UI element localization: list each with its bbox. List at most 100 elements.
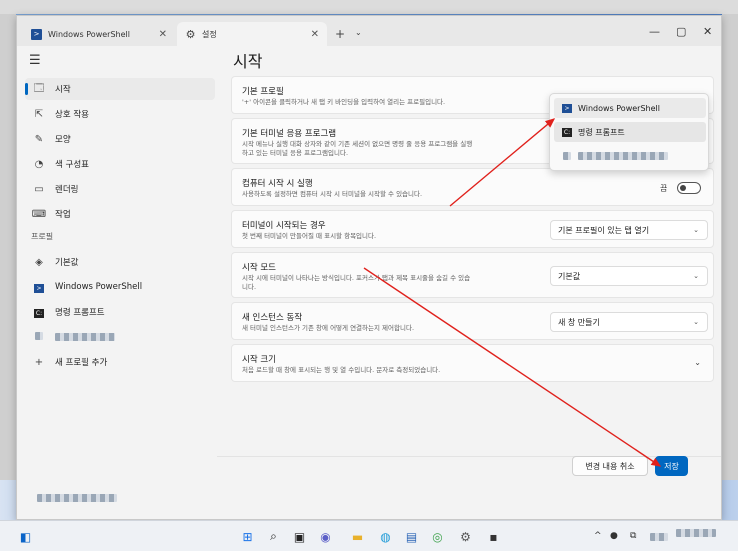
chrome-icon[interactable]: ◎ [430, 529, 445, 544]
dropdown-value: 기본값 [558, 271, 581, 281]
dropdown-value: 새 창 만들기 [558, 317, 600, 327]
sidebar-item-actions[interactable]: ⌨ 작업 [25, 203, 215, 225]
taskbar: ◧ ⊞ ⌕ ▣ ◉ ▬ ◍ ▤ ◎ ⚙ ▪ ^ ● ⧉ [0, 520, 738, 551]
setting-description: 시작 시에 터미널이 나타나는 방식입니다. 포커스가 탭과 제목 표시줄을 숨… [242, 274, 471, 282]
setting-description: '+' 아이콘을 클릭하거나 새 탭 키 바인딩을 입력하여 열리는 프로필입니… [242, 98, 446, 106]
setting-launch-size[interactable]: 시작 크기 처음 로드할 때 창에 표시되는 행 및 열 수입니다. 문자로 측… [231, 344, 714, 382]
settings-app-icon[interactable]: ⚙ [458, 529, 473, 544]
setting-description: 사용하도록 설정하면 컴퓨터 시작 시 터미널을 시작할 수 있습니다. [242, 190, 423, 198]
profile-icon [31, 331, 47, 343]
new-instance-dropdown[interactable]: 새 창 만들기 ⌄ [550, 312, 708, 332]
setting-description-line2: 니다. [242, 283, 257, 291]
cursor-icon: ⇱ [34, 108, 44, 120]
setting-description: 시작 메뉴나 실행 대화 상자와 같이 기존 세션이 없으면 명령 줄 응용 프… [242, 140, 473, 148]
plus-icon: + [34, 356, 44, 368]
option-label: Windows PowerShell [578, 103, 660, 113]
window-icon: 🗔 [33, 82, 45, 94]
setting-title: 기본 프로필 [242, 87, 284, 97]
gear-icon: ⚙ [185, 27, 196, 41]
file-explorer-icon[interactable]: ▬ [350, 529, 365, 544]
desktop-left-edge [0, 14, 16, 520]
setting-new-instance-behavior: 새 인스턴스 동작 새 터미널 인스턴스가 기존 창에 어떻게 연결하는지 제어… [231, 302, 714, 340]
profile-icon [562, 152, 572, 160]
profiles-section-header: 프로필 [31, 232, 54, 241]
hamburger-menu-icon[interactable]: ☰ [29, 53, 41, 68]
save-button[interactable]: 저장 [655, 456, 688, 476]
minimize-button[interactable]: — [649, 25, 660, 38]
dropdown-value: 기본 프로필이 있는 탭 열기 [558, 225, 650, 235]
chevron-down-icon: ⌄ [693, 318, 699, 326]
redacted-label [578, 152, 668, 160]
sidebar-item-label: 시작 [55, 85, 71, 95]
powershell-icon: > [31, 28, 42, 40]
tab-close-icon[interactable]: ✕ [311, 29, 319, 40]
tab-close-icon[interactable]: ✕ [159, 29, 167, 40]
tab-label: 설정 [202, 29, 217, 39]
setting-title: 새 인스턴스 동작 [242, 313, 303, 323]
command-prompt-icon: C: [562, 127, 572, 137]
pen-icon: ✎ [34, 133, 44, 145]
setting-title: 시작 크기 [242, 355, 276, 365]
discard-changes-button[interactable]: 변경 내용 취소 [572, 456, 648, 476]
search-icon[interactable]: ⌕ [266, 529, 281, 544]
powershell-icon: > [31, 282, 47, 293]
widgets-icon[interactable]: ◧ [18, 529, 33, 544]
sidebar-item-label: 색 구성표 [55, 160, 89, 170]
expand-chevron-icon[interactable]: ⌄ [694, 358, 701, 367]
chevron-down-icon: ⌄ [693, 226, 699, 234]
chat-icon[interactable]: ◉ [318, 529, 333, 544]
title-bar: > Windows PowerShell ✕ ⚙ 설정 ✕ + ⌄ — ▢ ✕ [17, 16, 721, 46]
sidebar-item-label: 작업 [55, 210, 71, 220]
tray-app-icon[interactable]: ● [610, 531, 618, 541]
monitor-icon: ▭ [34, 183, 44, 195]
setting-description: 첫 번째 터미널이 만들어질 때 표시할 항목입니다. [242, 232, 377, 240]
store-icon[interactable]: ▤ [404, 529, 419, 544]
toggle-state-label: 끔 [660, 184, 668, 193]
sidebar-item-label: 상호 작용 [55, 110, 89, 120]
sidebar-item-label: 명령 프롬프트 [55, 308, 105, 318]
sidebar-item-rendering[interactable]: ▭ 렌더링 [25, 178, 215, 200]
setting-title: 컴퓨터 시작 시 실행 [242, 179, 313, 189]
sidebar-item-appearance[interactable]: ✎ 모양 [25, 128, 215, 150]
start-icon[interactable]: ⊞ [240, 529, 255, 544]
startup-behavior-dropdown[interactable]: 기본 프로필이 있는 탭 열기 ⌄ [550, 220, 708, 240]
task-view-icon[interactable]: ▣ [292, 529, 307, 544]
add-new-profile-button[interactable]: + 새 프로필 추가 [25, 351, 215, 373]
palette-icon: ◔ [34, 158, 44, 170]
desktop-right-edge [722, 14, 738, 520]
tab-settings[interactable]: ⚙ 설정 ✕ [177, 22, 327, 46]
setting-launch-on-startup: 컴퓨터 시작 시 실행 사용하도록 설정하면 컴퓨터 시작 시 터미널을 시작할… [231, 168, 714, 206]
sidebar-item-label: 렌더링 [55, 185, 79, 195]
sidebar-item-interaction[interactable]: ⇱ 상호 작용 [25, 103, 215, 125]
setting-description: 처음 로드할 때 창에 표시되는 행 및 열 수입니다. 문자로 측정되었습니다… [242, 366, 441, 374]
close-button[interactable]: ✕ [703, 25, 712, 38]
tray-app-icon-2[interactable]: ⧉ [630, 531, 636, 541]
terminal-icon[interactable]: ▪ [486, 529, 501, 544]
option-redacted-profile[interactable] [554, 146, 706, 166]
sidebar-item-windows-powershell[interactable]: > Windows PowerShell [25, 276, 215, 298]
sidebar-item-defaults[interactable]: ◈ 기본값 [25, 251, 215, 273]
sidebar-item-startup[interactable]: 🗔 시작 [25, 78, 215, 100]
setting-description: 새 터미널 인스턴스가 기존 창에 어떻게 연결하는지 제어합니다. [242, 324, 415, 332]
launch-on-startup-toggle[interactable] [677, 182, 701, 194]
option-command-prompt[interactable]: C: 명령 프롬프트 [554, 122, 706, 142]
maximize-button[interactable]: ▢ [676, 25, 686, 38]
command-prompt-icon: C: [34, 308, 44, 318]
option-windows-powershell[interactable]: > Windows PowerShell [554, 98, 706, 118]
tab-windows-powershell[interactable]: > Windows PowerShell ✕ [23, 22, 175, 46]
new-tab-button[interactable]: + [335, 27, 345, 41]
launch-mode-dropdown[interactable]: 기본값 ⌄ [550, 266, 708, 286]
option-label: 명령 프롬프트 [578, 127, 625, 137]
tab-dropdown-button[interactable]: ⌄ [355, 28, 362, 37]
default-profile-dropdown-popup: > Windows PowerShell C: 명령 프롬프트 [549, 93, 709, 171]
tray-overflow-icon[interactable]: ^ [594, 531, 602, 541]
desktop-top-strip [0, 0, 738, 14]
edge-icon[interactable]: ◍ [378, 529, 393, 544]
chevron-down-icon: ⌄ [693, 272, 699, 280]
sidebar-item-color-schemes[interactable]: ◔ 색 구성표 [25, 153, 215, 175]
sidebar-item-redacted-profile[interactable] [25, 326, 215, 348]
redacted-label [55, 333, 115, 341]
setting-title: 터미널이 시작되는 경우 [242, 221, 326, 231]
sidebar-item-command-prompt[interactable]: C: 명령 프롬프트 [25, 301, 215, 323]
setting-title: 시작 모드 [242, 263, 276, 273]
